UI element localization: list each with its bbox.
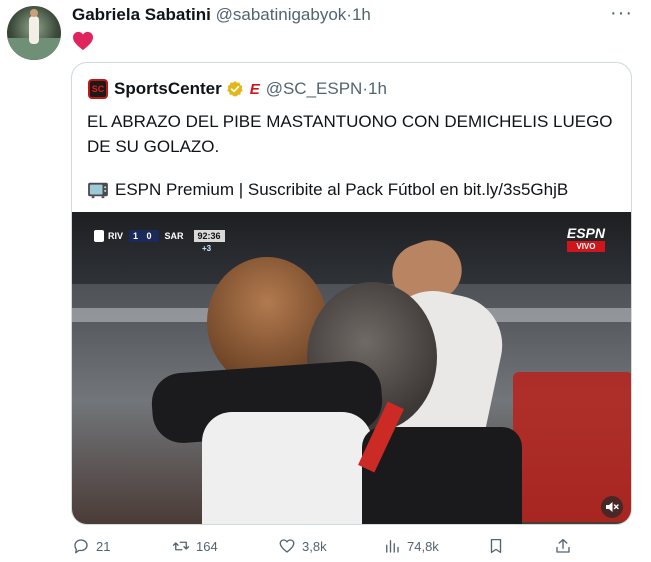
quoted-tweet-header: SC SportsCenter E @SC_ESPN · 1h [88,79,387,99]
match-clock: 92:36 [193,230,225,242]
avatar-figure [29,9,39,44]
video-stadium-background [72,212,631,284]
video-player[interactable]: RIV 1 0 SAR 92:36 +3 ESPN VIVO [72,212,631,524]
like-count: 3,8k [302,538,327,554]
added-time: +3 [202,244,212,253]
reply-button[interactable]: 21 [72,536,110,556]
share-icon [556,538,570,553]
author-handle[interactable]: @sabatinigabyok [216,5,347,24]
television-emoji-icon [88,182,108,199]
live-badge: VIVO [566,241,605,252]
quoted-tweet-text: EL ABRAZO DEL PIBE MASTANTUONO CON DEMIC… [87,112,613,156]
views-count: 74,8k [407,538,439,554]
retweet-button[interactable]: 164 [172,536,218,556]
bookmark-button[interactable] [487,536,511,556]
author-avatar[interactable] [7,6,61,60]
sportscenter-logo[interactable]: SC [88,79,108,99]
speaker-muted-icon [606,502,619,512]
match-score: 1 0 [129,230,159,242]
share-button[interactable] [554,536,578,556]
quoted-tweet-time[interactable]: 1h [368,79,387,99]
league-logo-icon [94,230,104,242]
retweet-count: 164 [196,538,218,554]
bookmark-icon [490,538,502,554]
tweet-actions: 21 164 3,8k 74,8k [72,536,577,556]
reply-icon [74,539,88,554]
tweet-time[interactable]: 1h [352,5,371,24]
home-team: RIV [108,231,124,241]
heart-emoji-icon [73,31,93,51]
away-team: SAR [164,231,184,241]
quoted-tweet-card[interactable]: SC SportsCenter E @SC_ESPN · 1h EL ABRAZO … [71,62,632,525]
retweet-icon [172,541,190,551]
reply-count: 21 [96,538,111,554]
quoted-author-name[interactable]: SportsCenter [114,79,222,99]
espn-wordmark: ESPN [566,225,605,241]
promo-link-text[interactable]: ESPN Premium | Suscribite al Pack Fútbol… [115,180,568,200]
espn-affiliate-badge: E [249,80,260,98]
views-button[interactable]: 74,8k [383,536,439,556]
tweet-header: Gabriela Sabatini @sabatinigabyok·1h [72,5,371,25]
video-player-shirt [202,412,372,524]
mute-button[interactable] [601,496,623,518]
views-bar-chart-icon [386,540,399,553]
like-button[interactable]: 3,8k [278,536,327,556]
quoted-author-handle[interactable]: @SC_ESPN [266,79,363,99]
verified-badge-icon [226,81,243,97]
more-options-button[interactable]: ··· [610,2,633,25]
scorebug: RIV 1 0 SAR 92:36 +3 [94,228,225,253]
like-heart-icon [279,539,295,553]
quoted-tweet-promo: ESPN Premium | Suscribite al Pack Fútbol… [87,180,568,200]
espn-live-logo: ESPN VIVO [566,225,605,252]
author-name[interactable]: Gabriela Sabatini [72,5,211,24]
